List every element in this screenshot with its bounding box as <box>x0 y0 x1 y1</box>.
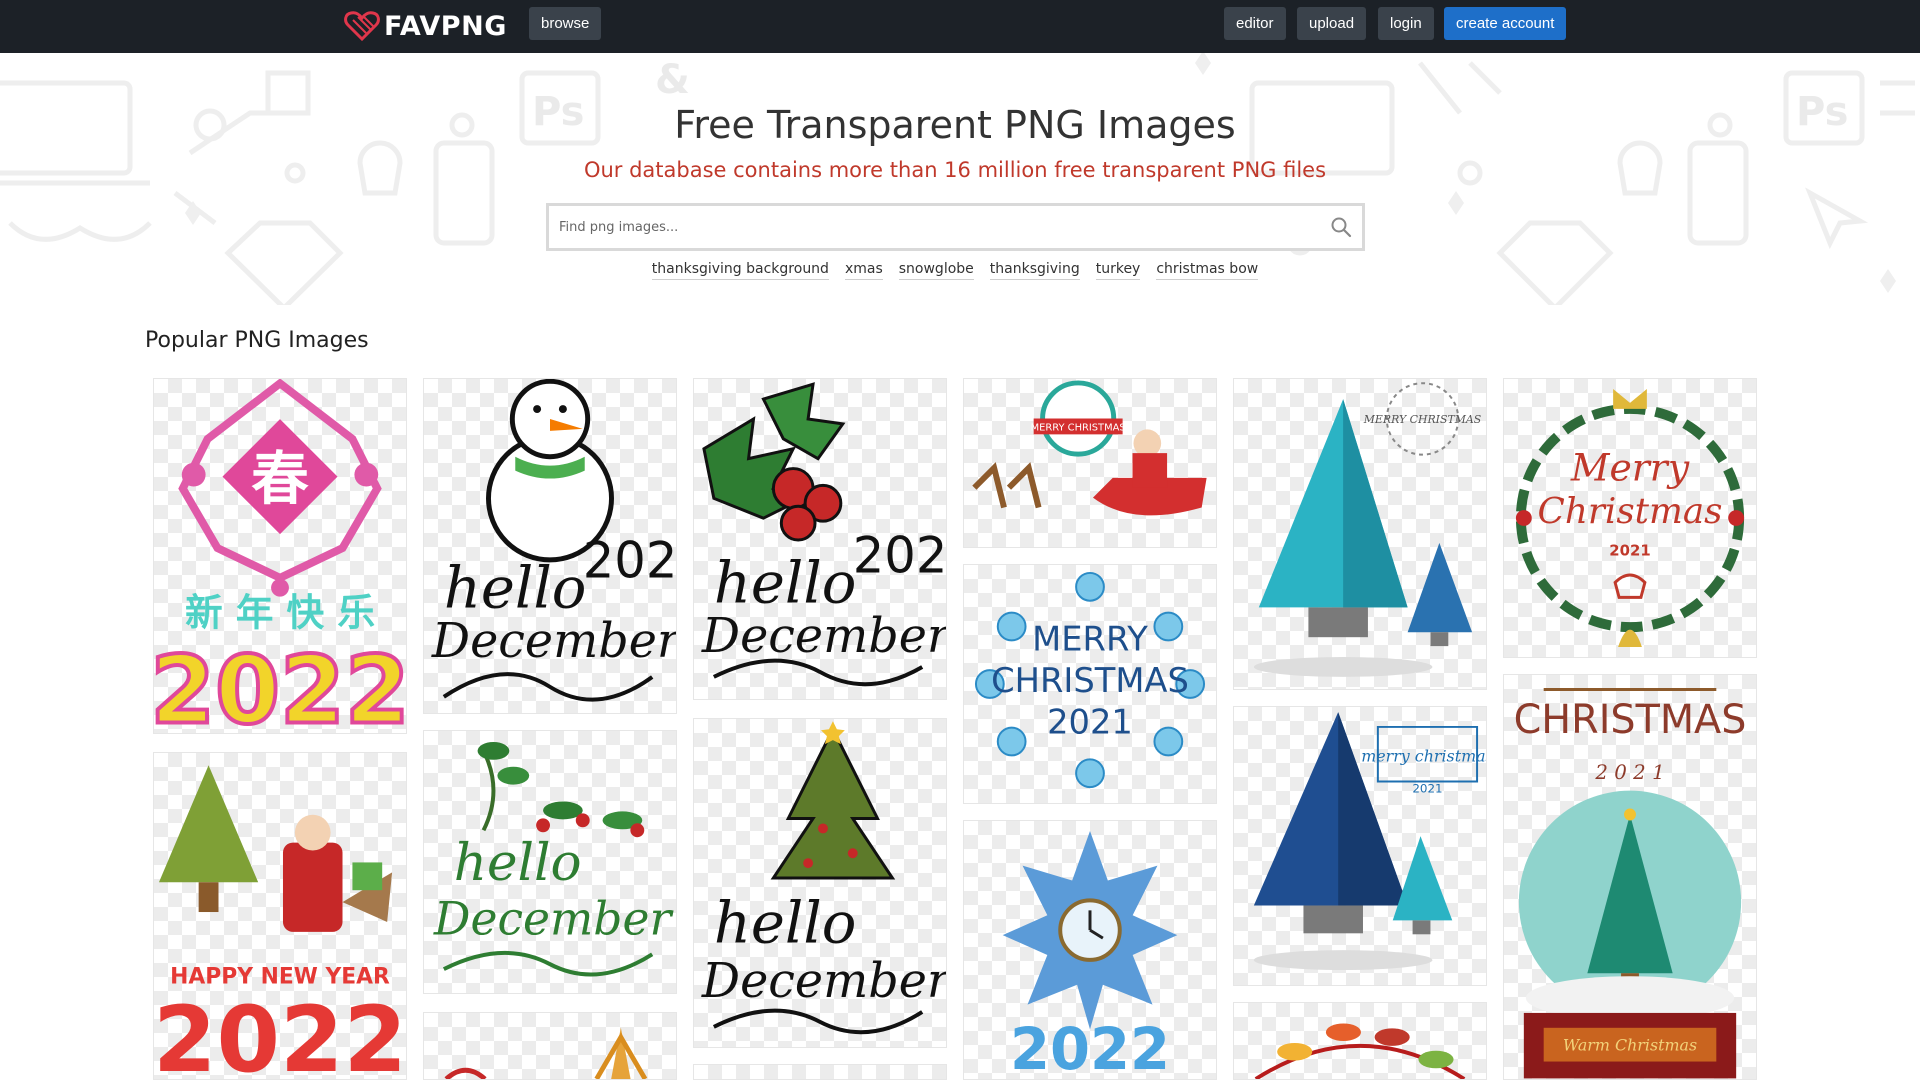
image-card-snowglobe[interactable]: CHRISTMAS 2 0 2 1 Warm Christmas <box>1503 674 1757 1080</box>
top-navbar: FAVPNG browse editor upload login create… <box>0 0 1920 53</box>
santa-tree-image: HAPPY NEW YEAR 2022 <box>154 765 406 1079</box>
wreath-image: Merry Christmas 2021 <box>1515 389 1745 647</box>
hello-text: hello <box>714 890 857 957</box>
image-card-santa-tree[interactable]: HAPPY NEW YEAR 2022 <box>153 752 407 1080</box>
image-card-snowman-december[interactable]: hello 2021 December <box>423 378 677 714</box>
search-icon[interactable] <box>1330 216 1352 238</box>
heart-logo-icon <box>344 11 380 41</box>
wheat-image <box>444 1027 648 1079</box>
year-label: 2021 <box>853 527 946 585</box>
santa-sleigh-image: MERRY CHRISTMAS <box>972 380 1207 516</box>
badge-text: MERRY CHRISTMAS <box>1363 413 1482 426</box>
section-title: Popular PNG Images <box>145 328 369 353</box>
hello-text: hello <box>454 833 582 893</box>
create-account-button[interactable]: create account <box>1444 7 1567 40</box>
image-card-holly-december[interactable]: hello December <box>423 730 677 994</box>
tree-december-image: hello December <box>701 721 946 1035</box>
snowflakes-merry-christmas-image: MERRY CHRISTMAS 2021 <box>974 571 1206 789</box>
year-label: 2021 <box>1412 781 1442 795</box>
snowman-december-image: hello 2021 December <box>431 379 676 702</box>
year-label: 2022 <box>1010 1016 1170 1079</box>
page-title: Free Transparent PNG Images <box>674 103 1236 147</box>
december-text: December <box>701 609 946 664</box>
december-text: December <box>431 614 676 669</box>
warm-christmas-text: Warm Christmas <box>1563 1036 1697 1055</box>
image-card-merry-christmas-wreath[interactable]: Merry Christmas 2021 <box>1503 378 1757 658</box>
tag-link[interactable]: christmas bow <box>1156 261 1259 280</box>
editor-button[interactable]: editor <box>1224 7 1286 40</box>
login-button[interactable]: login <box>1378 7 1434 40</box>
search-box <box>546 203 1365 251</box>
brand-name: FAVPNG <box>384 10 507 42</box>
year-label: 2022 <box>154 636 406 733</box>
navy-trees-image: merry christmas 2021 <box>1253 712 1486 971</box>
hero-banner: Ps Ps & Free Transparent PNG Images Our … <box>0 53 1920 305</box>
svg-text:&: & <box>655 57 690 103</box>
holly-december-image: hello December <box>433 741 675 977</box>
image-card-teal-trees[interactable]: MERRY CHRISTMAS <box>1233 378 1487 690</box>
image-card-wheat[interactable] <box>423 1012 677 1080</box>
image-card-tree-december[interactable]: hello December <box>693 718 947 1048</box>
snowglobe-image: CHRISTMAS 2 0 2 1 Warm Christmas <box>1514 688 1747 1079</box>
spring-character: 春 <box>251 445 309 512</box>
merry-text: Merry <box>1570 445 1690 489</box>
favpng-logo[interactable]: FAVPNG <box>344 8 507 44</box>
teal-trees-image: MERRY CHRISTMAS <box>1253 382 1482 677</box>
year-label: 2021 <box>1609 542 1650 560</box>
tag-link[interactable]: thanksgiving background <box>651 261 829 280</box>
christmas-caps-text: CHRISTMAS <box>1514 697 1747 743</box>
merry-text: MERRY <box>1032 619 1148 658</box>
year-label: 2022 <box>154 986 406 1079</box>
chinese-new-year-image: 春 新 年 快 乐 2022 <box>154 379 406 733</box>
image-card-merry-christmas-snowflakes[interactable]: MERRY CHRISTMAS 2021 <box>963 564 1217 804</box>
image-card-clock-2022[interactable]: 2022 <box>963 820 1217 1080</box>
tag-link[interactable]: turkey <box>1095 261 1141 280</box>
year-label: 2 0 2 1 <box>1594 761 1664 784</box>
image-card-navy-trees[interactable]: merry christmas 2021 <box>1233 706 1487 986</box>
holly-2021-image: hello 2021 December <box>701 382 946 687</box>
search-input[interactable] <box>559 215 1299 239</box>
year-label: 2021 <box>1047 703 1133 742</box>
image-card-holly-2021[interactable]: hello 2021 December <box>693 378 947 700</box>
badge-text: MERRY CHRISTMAS <box>1031 422 1126 433</box>
browse-button[interactable]: browse <box>529 7 602 40</box>
year-label: 2021 <box>583 532 676 590</box>
autumn-leaves-image <box>1254 1023 1466 1079</box>
december-text: December <box>433 892 675 945</box>
new-year-greeting: 新 年 快 乐 <box>185 590 375 634</box>
clock-2022-image: 2022 <box>1002 830 1178 1079</box>
upload-button[interactable]: upload <box>1297 7 1367 40</box>
christmas-text: CHRISTMAS <box>991 661 1189 700</box>
tag-link[interactable]: xmas <box>844 261 883 280</box>
image-card-chinese-new-year[interactable]: 春 新 年 快 乐 2022 <box>153 378 407 734</box>
december-text: December <box>701 954 946 1009</box>
hello-text: hello <box>444 555 587 622</box>
christmas-text: Christmas <box>1538 491 1723 532</box>
tag-link[interactable]: thanksgiving <box>989 261 1080 280</box>
tag-link[interactable]: snowglobe <box>898 261 974 280</box>
merry-christmas-text: merry christmas <box>1361 747 1486 766</box>
suggested-tags: thanksgiving background xmas snowglobe t… <box>0 261 1910 280</box>
image-card-partial[interactable] <box>693 1064 947 1080</box>
page-subtitle: Our database contains more than 16 milli… <box>583 158 1327 182</box>
image-card-santa-sleigh[interactable]: MERRY CHRISTMAS <box>963 378 1217 548</box>
hello-text: hello <box>714 549 857 616</box>
image-card-autumn-leaves[interactable] <box>1233 1002 1487 1080</box>
